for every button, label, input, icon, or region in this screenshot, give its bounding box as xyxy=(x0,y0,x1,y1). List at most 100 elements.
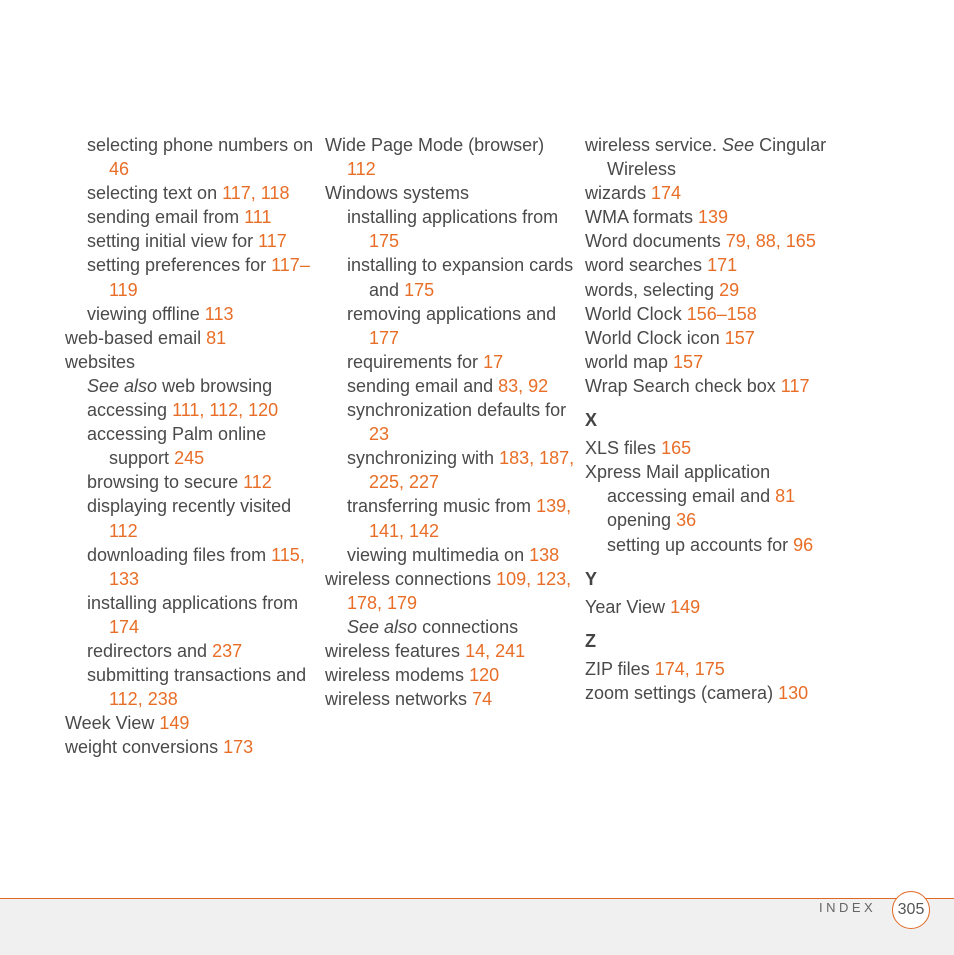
index-entry: word searches 171 xyxy=(585,253,835,277)
index-subentry: sending email and 83, 92 xyxy=(325,374,575,398)
entry-term: accessing email and xyxy=(607,486,771,507)
page-reference-link[interactable]: 174 xyxy=(109,617,139,637)
index-entry: web-based email 81 xyxy=(65,326,315,350)
page-reference-link[interactable]: 149 xyxy=(670,597,700,617)
page-reference-link[interactable]: 171 xyxy=(707,255,737,275)
entry-term: word searches xyxy=(585,255,703,276)
index-subentry: opening 36 xyxy=(585,508,835,532)
page-number: 305 xyxy=(892,891,930,929)
entry-term: Week View xyxy=(65,713,155,734)
page-reference-link[interactable]: 111 xyxy=(244,207,271,227)
page-reference-link[interactable]: 23 xyxy=(369,424,389,444)
page-reference-link[interactable]: 112, 238 xyxy=(109,689,178,709)
page-reference-link[interactable]: 165 xyxy=(661,438,691,458)
page-reference-link[interactable]: 157 xyxy=(673,352,703,372)
index-subentry: transferring music from 139, 141, 142 xyxy=(325,494,575,542)
page-reference-link[interactable]: 175 xyxy=(369,231,399,251)
page-footer xyxy=(0,898,954,955)
page-reference-link[interactable]: 174 xyxy=(651,183,681,203)
see-also-label: See also xyxy=(87,375,158,396)
page-reference-link[interactable]: 157 xyxy=(725,328,755,348)
entry-term: sending email from xyxy=(87,207,240,228)
entry-term: Wrap Search check box xyxy=(585,375,776,396)
entry-term: setting initial view for xyxy=(87,231,254,252)
page-reference-link[interactable]: 112 xyxy=(347,159,376,179)
page-reference-link[interactable]: 14, 241 xyxy=(465,641,525,661)
index-entry: ZIP files 174, 175 xyxy=(585,657,835,681)
entry-term: weight conversions xyxy=(65,737,219,758)
page-reference-link[interactable]: 139 xyxy=(698,207,728,227)
index-subentry: See also connections xyxy=(325,615,575,639)
index-entry: weight conversions 173 xyxy=(65,735,315,759)
entry-term: sending email and xyxy=(347,375,494,396)
page-reference-link[interactable]: 29 xyxy=(719,280,739,300)
entry-term: submitting transactions and xyxy=(87,665,307,686)
index-entry: world map 157 xyxy=(585,350,835,374)
page-reference-link[interactable]: 79, 88, 165 xyxy=(726,231,816,251)
index-subentry: viewing offline 113 xyxy=(65,302,315,326)
entry-term: accessing xyxy=(87,400,168,421)
entry-term: words, selecting xyxy=(585,279,715,300)
entry-term: downloading files from xyxy=(87,544,267,565)
index-entry: World Clock 156–158 xyxy=(585,302,835,326)
page-reference-link[interactable]: 17 xyxy=(483,352,503,372)
page-reference-link[interactable]: 156–158 xyxy=(687,304,757,324)
page-reference-link[interactable]: 237 xyxy=(212,641,242,661)
index-subentry: synchronization defaults for 23 xyxy=(325,398,575,446)
entry-term: setting preferences for xyxy=(87,255,267,276)
index-entry: wireless modems 120 xyxy=(325,663,575,687)
page-reference-link[interactable]: 83, 92 xyxy=(498,376,548,396)
section-label: INDEX xyxy=(819,900,877,915)
entry-term: browsing to secure xyxy=(87,472,239,493)
entry-term: viewing multimedia on xyxy=(347,544,525,565)
entry-term: wireless service. xyxy=(585,135,718,155)
index-entry: Week View 149 xyxy=(65,711,315,735)
page-reference-link[interactable]: 175 xyxy=(404,280,434,300)
page-reference-link[interactable]: 177 xyxy=(369,328,399,348)
index-entry: websites xyxy=(65,350,315,374)
page-reference-link[interactable]: 74 xyxy=(472,689,492,709)
index-letter-heading: Y xyxy=(585,568,598,589)
page-reference-link[interactable]: 81 xyxy=(206,328,226,348)
index-subentry: setting up accounts for 96 xyxy=(585,533,835,557)
entry-term: World Clock icon xyxy=(585,327,720,348)
index-entry: WMA formats 139 xyxy=(585,205,835,229)
page-reference-link[interactable]: 111, 112, 120 xyxy=(172,400,278,420)
entry-term: Word documents xyxy=(585,231,721,252)
index-entry: Xpress Mail application xyxy=(585,460,835,484)
page-reference-link[interactable]: 245 xyxy=(174,448,204,468)
index-entry: Wide Page Mode (browser) 112 xyxy=(325,133,575,181)
page-reference-link[interactable]: 112 xyxy=(243,472,272,492)
index-subentry: submitting transactions and 112, 238 xyxy=(65,663,315,711)
entry-term: redirectors and xyxy=(87,640,208,661)
page-reference-link[interactable]: 112 xyxy=(109,521,138,541)
page-reference-link[interactable]: 149 xyxy=(159,713,189,733)
page-reference-link[interactable]: 113 xyxy=(205,304,234,324)
page-reference-link[interactable]: 117 xyxy=(781,376,810,396)
page-reference-link[interactable]: 130 xyxy=(778,683,808,703)
index-entry: wizards 174 xyxy=(585,181,835,205)
page-reference-link[interactable]: 46 xyxy=(109,159,129,179)
entry-term: displaying recently visited xyxy=(87,496,292,517)
entry-term: web-based email xyxy=(65,327,202,348)
page-reference-link[interactable]: 174, 175 xyxy=(655,659,725,679)
index-entry: Year View 149 xyxy=(585,595,835,619)
page-reference-link[interactable]: 117 xyxy=(258,231,287,251)
index-subentry: removing applications and 177 xyxy=(325,302,575,350)
entry-term: Wide Page Mode (browser) xyxy=(325,135,545,155)
entry-term: zoom settings (camera) xyxy=(585,682,774,703)
page-reference-link[interactable]: 117, 118 xyxy=(222,183,289,203)
index-entry: Word documents 79, 88, 165 xyxy=(585,229,835,253)
page-reference-link[interactable]: 36 xyxy=(676,510,696,530)
page-reference-link[interactable]: 120 xyxy=(469,665,499,685)
page-reference-link[interactable]: 96 xyxy=(793,535,813,555)
page-reference-link[interactable]: 138 xyxy=(529,545,559,565)
entry-term: wireless connections xyxy=(325,568,492,589)
entry-term: wireless features xyxy=(325,640,461,661)
entry-term: synchronization defaults for xyxy=(347,400,567,421)
entry-term: Year View xyxy=(585,596,666,617)
page-reference-link[interactable]: 81 xyxy=(775,486,795,506)
index-column-1: selecting phone numbers on 46 selecting t… xyxy=(65,133,315,759)
index-subentry: selecting phone numbers on 46 xyxy=(65,133,315,181)
page-reference-link[interactable]: 173 xyxy=(223,737,253,757)
